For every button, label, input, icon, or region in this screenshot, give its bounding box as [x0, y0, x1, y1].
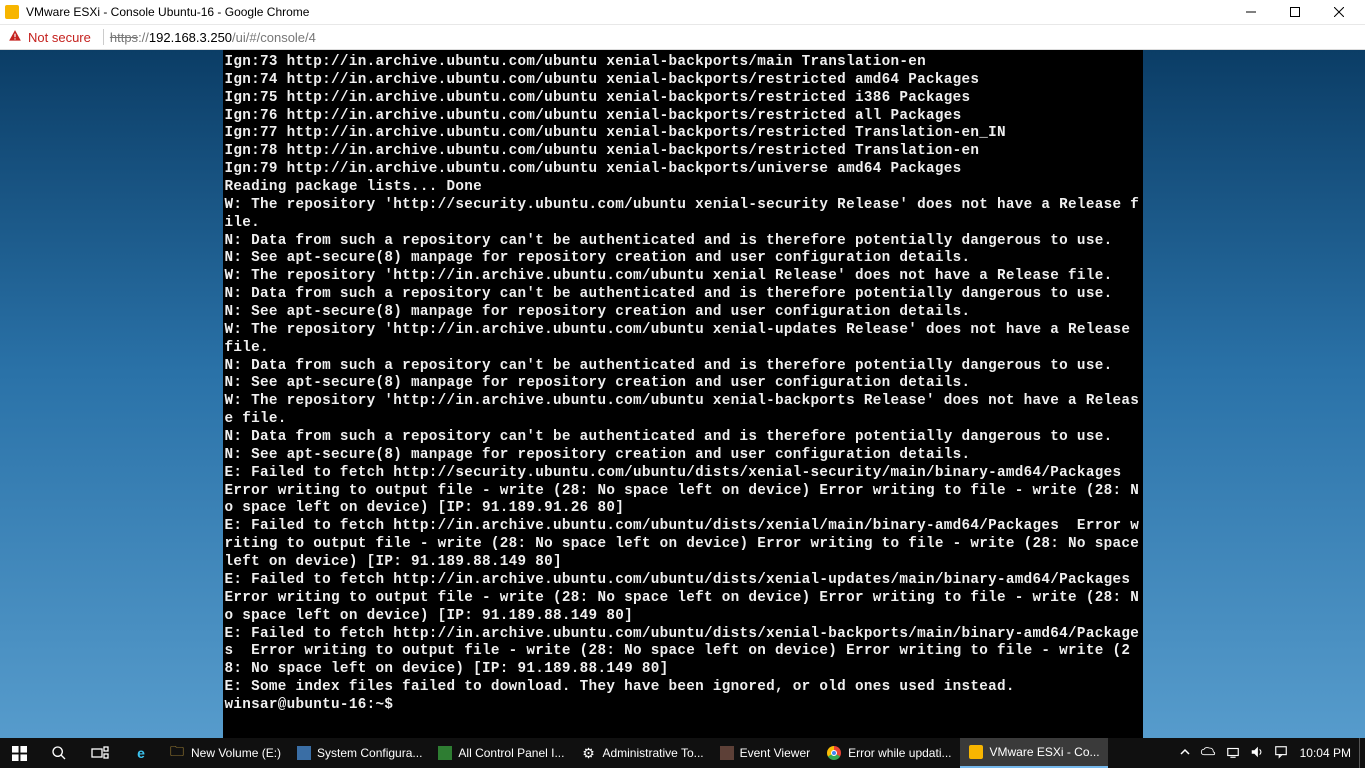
- taskbar-item-label: VMware ESXi - Co...: [990, 745, 1100, 759]
- admin-tools-icon: ⚙: [580, 745, 596, 761]
- warning-icon: [8, 29, 22, 46]
- system-config-icon: [297, 746, 311, 760]
- network-icon[interactable]: [1226, 745, 1240, 762]
- taskbar-item-label: All Control Panel I...: [458, 746, 564, 760]
- taskbar-clock[interactable]: 10:04 PM: [1292, 746, 1359, 760]
- start-button[interactable]: [0, 738, 39, 768]
- chrome-icon: [826, 745, 842, 761]
- url-host: 192.168.3.250: [149, 30, 232, 45]
- taskbar-item-new-volume[interactable]: 🗀 New Volume (E:): [161, 738, 289, 768]
- taskbar-item-label: Administrative To...: [602, 746, 703, 760]
- volume-icon[interactable]: [1250, 745, 1264, 762]
- tray-overflow-icon[interactable]: [1180, 746, 1190, 760]
- url-path: /ui/#/console/4: [232, 30, 316, 45]
- taskbar-item-event-viewer[interactable]: Event Viewer: [712, 738, 818, 768]
- folder-icon: 🗀: [169, 745, 185, 761]
- window-title: VMware ESXi - Console Ubuntu-16 - Google…: [26, 5, 309, 19]
- url-scheme-sep: ://: [138, 30, 149, 45]
- taskbar-item-label: Error while updati...: [848, 746, 951, 760]
- taskbar-item-label: Event Viewer: [740, 746, 810, 760]
- browser-viewport: Ign:73 http://in.archive.ubuntu.com/ubun…: [0, 50, 1365, 768]
- action-center-icon[interactable]: [1274, 745, 1288, 762]
- vm-console[interactable]: Ign:73 http://in.archive.ubuntu.com/ubun…: [223, 50, 1143, 768]
- vmware-icon: [968, 744, 984, 760]
- maximize-button[interactable]: [1273, 0, 1317, 24]
- chrome-titlebar: VMware ESXi - Console Ubuntu-16 - Google…: [0, 0, 1365, 24]
- minimize-button[interactable]: [1229, 0, 1273, 24]
- taskbar-item-label: New Volume (E:): [191, 746, 281, 760]
- onedrive-icon[interactable]: [1200, 746, 1216, 761]
- control-panel-icon: [438, 746, 452, 760]
- edge-icon: e: [133, 745, 149, 761]
- divider: [103, 29, 104, 45]
- url-scheme: https: [110, 30, 138, 45]
- address-bar[interactable]: Not secure https://192.168.3.250/ui/#/co…: [0, 24, 1365, 50]
- close-button[interactable]: [1317, 0, 1361, 24]
- task-view-button[interactable]: [79, 738, 121, 768]
- show-desktop-button[interactable]: [1359, 738, 1365, 768]
- url-text[interactable]: https://192.168.3.250/ui/#/console/4: [110, 30, 316, 45]
- taskbar-item-system-config[interactable]: System Configura...: [289, 738, 430, 768]
- event-viewer-icon: [720, 746, 734, 760]
- system-tray[interactable]: [1176, 745, 1292, 762]
- taskbar-item-chrome-error[interactable]: Error while updati...: [818, 738, 959, 768]
- vmware-icon: [4, 4, 20, 20]
- taskbar-item-label: System Configura...: [317, 746, 422, 760]
- not-secure-label: Not secure: [28, 30, 91, 45]
- taskbar-item-control-panel[interactable]: All Control Panel I...: [430, 738, 572, 768]
- search-button[interactable]: [39, 738, 79, 768]
- security-indicator[interactable]: Not secure: [6, 29, 97, 46]
- edge-button[interactable]: e: [121, 738, 161, 768]
- taskbar-item-admin-tools[interactable]: ⚙ Administrative To...: [572, 738, 711, 768]
- taskbar-item-vmware-esxi[interactable]: VMware ESXi - Co...: [960, 738, 1108, 768]
- windows-taskbar: e 🗀 New Volume (E:) System Configura... …: [0, 738, 1365, 768]
